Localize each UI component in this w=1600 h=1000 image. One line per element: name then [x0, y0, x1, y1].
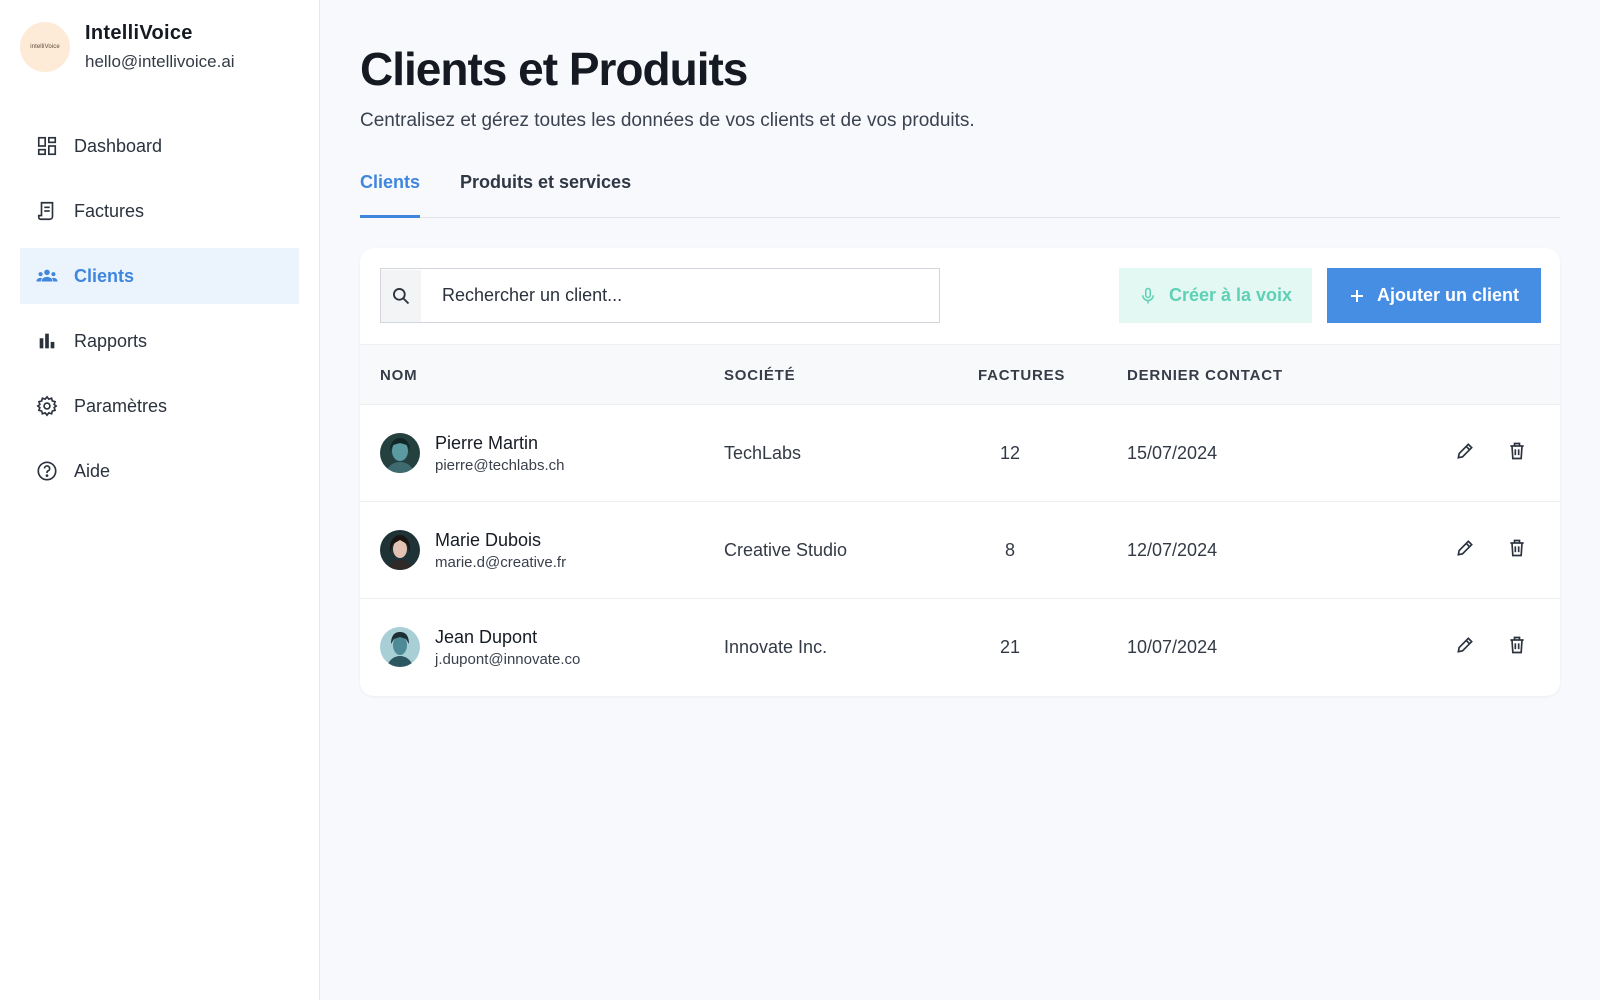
- client-email: pierre@techlabs.ch: [435, 457, 565, 474]
- sidebar-item-clients[interactable]: Clients: [20, 248, 299, 304]
- sidebar-item-dashboard[interactable]: Dashboard: [20, 118, 299, 174]
- create-by-voice-label: Créer à la voix: [1168, 285, 1293, 305]
- table-row: Marie Dubois marie.d@creative.fr Creativ…: [360, 501, 1560, 598]
- sidebar-item-label: Clients: [74, 265, 135, 286]
- avatar: [380, 433, 420, 473]
- pencil-icon[interactable]: [1453, 536, 1477, 560]
- column-header-dernier-contact: DERNIER CONTACT: [1127, 367, 1283, 384]
- pencil-icon[interactable]: [1453, 633, 1477, 657]
- client-last-contact: 10/07/2024: [1127, 637, 1218, 657]
- help-icon: [35, 459, 59, 483]
- trash-icon[interactable]: [1505, 536, 1529, 560]
- sidebar-item-factures[interactable]: Factures: [20, 183, 299, 239]
- avatar: [380, 627, 420, 667]
- brand-logo: intelliVoice: [20, 22, 70, 72]
- sidebar-item-label: Rapports: [74, 330, 148, 351]
- bar-chart-icon: [35, 329, 59, 353]
- client-name: Pierre Martin: [435, 433, 539, 453]
- table-row: Jean Dupont j.dupont@innovate.co Innovat…: [360, 598, 1560, 695]
- brand: intelliVoice IntelliVoice hello@intelliv…: [20, 22, 235, 72]
- client-last-contact: 12/07/2024: [1127, 540, 1218, 560]
- table-row: Pierre Martin pierre@techlabs.ch TechLab…: [360, 404, 1560, 501]
- avatar: [380, 530, 420, 570]
- brand-email: hello@intellivoice.ai: [85, 52, 235, 71]
- column-header-societe: SOCIÉTÉ: [724, 367, 796, 384]
- client-email: j.dupont@innovate.co: [435, 651, 581, 668]
- microphone-icon: [1141, 287, 1154, 303]
- search-icon: [381, 269, 421, 322]
- search-input[interactable]: [421, 269, 921, 322]
- client-name: Marie Dubois: [435, 530, 542, 550]
- client-company: Innovate Inc.: [724, 637, 828, 657]
- client-invoices: 8: [1004, 540, 1015, 560]
- client-invoices: 12: [999, 443, 1021, 463]
- dashboard-icon: [35, 134, 59, 158]
- sidebar: intelliVoice IntelliVoice hello@intelliv…: [0, 0, 320, 1000]
- sidebar-nav: Dashboard Factures Clients Rapports Para…: [20, 118, 299, 508]
- client-company: TechLabs: [724, 443, 802, 463]
- plus-icon: [1350, 289, 1363, 302]
- toolbar: Créer à la voix Ajouter un client: [360, 248, 1560, 344]
- sidebar-item-label: Dashboard: [74, 135, 163, 156]
- trash-icon[interactable]: [1505, 633, 1529, 657]
- clients-card: Créer à la voix Ajouter un client NOM SO…: [360, 248, 1560, 696]
- column-header-nom: NOM: [380, 367, 418, 384]
- sidebar-item-parametres[interactable]: Paramètres: [20, 378, 299, 434]
- tab-clients[interactable]: Clients: [360, 172, 420, 218]
- brand-name: IntelliVoice: [85, 22, 193, 44]
- sidebar-item-label: Factures: [74, 200, 145, 221]
- client-last-contact: 15/07/2024: [1127, 443, 1218, 463]
- sidebar-item-aide[interactable]: Aide: [20, 443, 299, 499]
- search-box: [380, 268, 940, 323]
- people-icon: [35, 264, 59, 288]
- page-subtitle: Centralisez et gérez toutes les données …: [360, 110, 975, 131]
- pencil-icon[interactable]: [1453, 439, 1477, 463]
- tab-bar: Clients Produits et services: [360, 172, 1560, 218]
- client-name: Jean Dupont: [435, 627, 538, 647]
- sidebar-item-label: Paramètres: [74, 395, 168, 416]
- table-header: NOM SOCIÉTÉ FACTURES DERNIER CONTACT: [360, 344, 1560, 404]
- sidebar-item-label: Aide: [74, 460, 111, 481]
- gear-icon: [35, 394, 59, 418]
- create-by-voice-button[interactable]: Créer à la voix: [1119, 268, 1312, 323]
- sidebar-item-rapports[interactable]: Rapports: [20, 313, 299, 369]
- column-header-factures: FACTURES: [978, 367, 1066, 384]
- invoice-icon: [35, 199, 59, 223]
- client-company: Creative Studio: [724, 540, 848, 560]
- client-invoices: 21: [999, 637, 1021, 657]
- add-client-button[interactable]: Ajouter un client: [1327, 268, 1541, 323]
- add-client-label: Ajouter un client: [1376, 285, 1519, 305]
- page-title: Clients et Produits: [360, 43, 748, 95]
- tab-produits-services[interactable]: Produits et services: [460, 172, 631, 218]
- trash-icon[interactable]: [1505, 439, 1529, 463]
- brand-logo-text: intelliVoice: [30, 44, 60, 50]
- client-email: marie.d@creative.fr: [435, 554, 567, 571]
